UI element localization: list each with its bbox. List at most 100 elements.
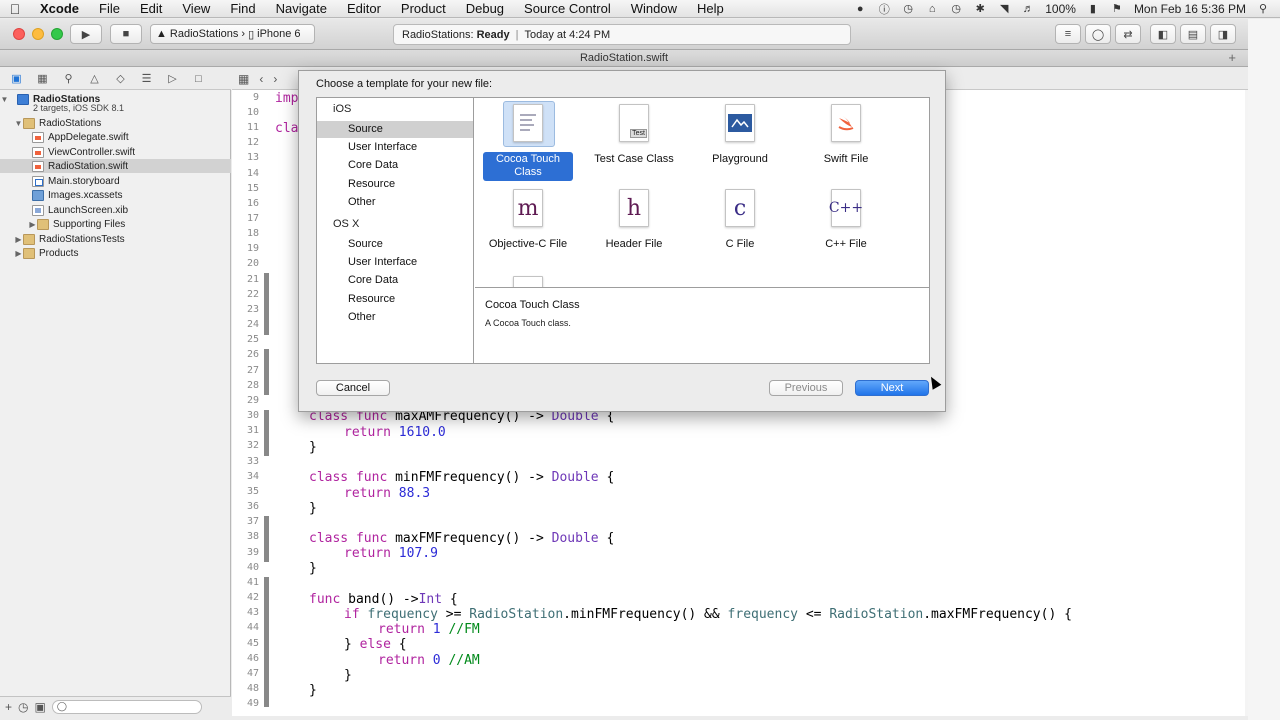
next-button[interactable]: Next xyxy=(855,380,929,396)
tree-group-products[interactable]: ▶ Products xyxy=(0,246,231,260)
category-osx-core-data[interactable]: Core Data xyxy=(317,272,473,289)
folder-icon[interactable]: ▣ xyxy=(8,72,25,86)
menu-file[interactable]: File xyxy=(89,1,130,16)
navigator-filter-input[interactable]: ◯ xyxy=(51,699,202,714)
menu-view[interactable]: View xyxy=(172,1,220,16)
tree-group-radiostations[interactable]: ▼ RadioStations xyxy=(0,116,231,130)
category-osx-user-interface[interactable]: User Interface xyxy=(317,254,473,271)
menu-navigate[interactable]: Navigate xyxy=(266,1,337,16)
template-c-file[interactable]: c C File xyxy=(687,183,793,265)
standard-editor-button[interactable]: ≡ xyxy=(1055,24,1081,44)
fold-marker[interactable] xyxy=(264,607,269,707)
warning-icon[interactable]: △ xyxy=(86,72,103,86)
menu-source-control[interactable]: Source Control xyxy=(514,1,621,16)
volume-icon[interactable]: ♬ xyxy=(1021,3,1035,15)
fold-marker[interactable] xyxy=(264,349,269,395)
previous-button[interactable]: Previous xyxy=(769,380,843,396)
fold-marker[interactable] xyxy=(264,410,269,456)
clock-icon[interactable]: ◷ xyxy=(949,3,963,15)
disclosure-closed-icon[interactable]: ▶ xyxy=(14,249,23,258)
disclosure-closed-icon[interactable]: ▶ xyxy=(28,220,37,229)
battery-icon: ▮ xyxy=(1089,3,1096,15)
category-ios-core-data[interactable]: Core Data xyxy=(317,157,473,174)
disclosure-open-icon[interactable]: ▼ xyxy=(0,95,9,104)
tree-file-viewcontroller[interactable]: ViewController.swift xyxy=(0,145,231,159)
add-icon[interactable]: + xyxy=(5,700,12,714)
stop-button[interactable]: ■ xyxy=(110,24,142,44)
tree-file-images-xcassets[interactable]: Images.xcassets xyxy=(0,188,231,202)
template-objective-c-file[interactable]: m Objective-C File xyxy=(475,183,581,265)
report-icon[interactable]: □ xyxy=(190,72,207,86)
battery-percent[interactable]: 100% xyxy=(1045,2,1076,16)
toggle-utilities-button[interactable]: ◨ xyxy=(1210,24,1236,44)
menu-window[interactable]: Window xyxy=(621,1,687,16)
category-osx-resource[interactable]: Resource xyxy=(317,291,473,308)
category-ios-user-interface[interactable]: User Interface xyxy=(317,139,473,156)
home-icon[interactable]: ⌂ xyxy=(925,3,939,15)
menu-product[interactable]: Product xyxy=(391,1,456,16)
toggle-debug-area-button[interactable]: ▤ xyxy=(1180,24,1206,44)
disclosure-open-icon[interactable]: ▼ xyxy=(14,119,23,128)
search-icon[interactable]: ⚲ xyxy=(60,72,77,86)
menu-app[interactable]: Xcode xyxy=(30,1,89,16)
toggle-navigator-button[interactable]: ◧ xyxy=(1150,24,1176,44)
info-icon[interactable]: ⓘ xyxy=(877,3,891,16)
recent-files-icon[interactable]: ◷ xyxy=(18,700,28,714)
flag-icon[interactable]: ⚑ xyxy=(1110,3,1124,15)
forward-icon[interactable]: › xyxy=(273,72,277,86)
disclosure-closed-icon[interactable]: ▶ xyxy=(14,235,23,244)
fold-marker[interactable] xyxy=(264,516,269,562)
run-button[interactable]: ▶ xyxy=(70,24,102,44)
new-tab-button[interactable]: + xyxy=(1228,50,1236,66)
close-window-button[interactable] xyxy=(13,28,25,40)
menu-help[interactable]: Help xyxy=(687,1,734,16)
time-machine-icon[interactable]: ◷ xyxy=(901,3,915,15)
breakpoint-icon[interactable]: ▷ xyxy=(164,72,181,86)
menu-editor[interactable]: Editor xyxy=(337,1,391,16)
spotlight-icon[interactable]: ⚲ xyxy=(1256,3,1270,15)
category-ios-source[interactable]: Source xyxy=(317,121,473,138)
template-cocoa-touch-class[interactable]: Cocoa Touch Class xyxy=(475,98,581,181)
template-playground[interactable]: Playground xyxy=(687,98,793,180)
tree-file-appdelegate[interactable]: AppDelegate.swift xyxy=(0,130,231,144)
test-icon[interactable]: ◇ xyxy=(112,72,129,86)
debug-icon[interactable]: ☰ xyxy=(138,72,155,86)
template-test-case-class[interactable]: Test Test Case Class xyxy=(581,98,687,180)
related-items-icon[interactable]: ▦ xyxy=(238,72,249,86)
tree-group-supporting-files[interactable]: ▶ Supporting Files xyxy=(0,217,231,231)
evernote-icon[interactable]: ● xyxy=(853,3,867,15)
menu-debug[interactable]: Debug xyxy=(456,1,514,16)
symbol-navigator-icon[interactable]: ▦ xyxy=(34,72,51,86)
wifi-icon[interactable]: ◥ xyxy=(997,3,1011,15)
category-ios-resource[interactable]: Resource xyxy=(317,176,473,193)
swift-file-icon xyxy=(32,160,44,172)
template-header-file[interactable]: h Header File xyxy=(581,183,687,265)
scheme-selector[interactable]: ▲ RadioStations › ▯ iPhone 6 xyxy=(150,24,315,44)
tree-file-launchscreen[interactable]: LaunchScreen.xib xyxy=(0,203,231,217)
cancel-button[interactable]: Cancel xyxy=(316,380,390,396)
tab-radiostation-swift[interactable]: RadioStation.swift xyxy=(580,52,668,64)
category-ios-other[interactable]: Other xyxy=(317,194,473,211)
description-title: Cocoa Touch Class xyxy=(485,299,580,311)
tree-file-main-storyboard[interactable]: Main.storyboard xyxy=(0,174,231,188)
assistant-editor-button[interactable]: ◯ xyxy=(1085,24,1111,44)
scm-filter-icon[interactable]: ▣ xyxy=(35,700,46,714)
tree-group-tests[interactable]: ▶ RadioStationsTests xyxy=(0,232,231,246)
template-partial-next-row[interactable] xyxy=(475,270,581,287)
menu-edit[interactable]: Edit xyxy=(130,1,172,16)
category-osx-other[interactable]: Other xyxy=(317,309,473,326)
version-editor-button[interactable]: ⇄ xyxy=(1115,24,1141,44)
zoom-window-button[interactable] xyxy=(51,28,63,40)
menu-clock[interactable]: Mon Feb 16 5:36 PM xyxy=(1134,2,1246,16)
code-line: cla xyxy=(275,121,298,136)
bluetooth-icon[interactable]: ✱ xyxy=(973,3,987,15)
template-cpp-file[interactable]: C++ C++ File xyxy=(793,183,899,265)
minimize-window-button[interactable] xyxy=(32,28,44,40)
back-icon[interactable]: ‹ xyxy=(259,72,263,86)
menu-find[interactable]: Find xyxy=(220,1,265,16)
tree-file-radiostation[interactable]: RadioStation.swift xyxy=(0,159,231,173)
apple-menu-icon[interactable]:  xyxy=(0,1,30,17)
template-swift-file[interactable]: Swift File xyxy=(793,98,899,180)
fold-marker[interactable] xyxy=(264,273,269,335)
category-osx-source[interactable]: Source xyxy=(317,236,473,253)
